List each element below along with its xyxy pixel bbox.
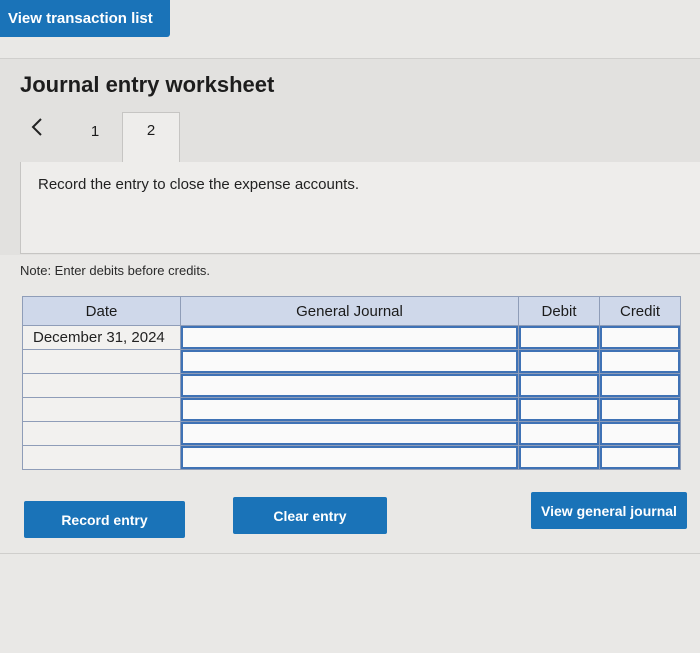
instruction-text: Record the entry to close the expense ac… — [38, 176, 360, 193]
debit-cell[interactable] — [518, 373, 600, 398]
account-input[interactable] — [181, 398, 518, 421]
account-input[interactable] — [181, 422, 518, 445]
note-text: Note: Enter debits before credits. — [20, 263, 211, 278]
table-header-row: Date General Journal Debit Credit — [22, 296, 681, 326]
account-input[interactable] — [181, 446, 518, 469]
table-row — [22, 349, 681, 374]
journal-cell[interactable] — [180, 325, 519, 350]
debit-cell[interactable] — [518, 421, 600, 446]
journal-table: Date General Journal Debit Credit Decemb… — [22, 296, 681, 470]
chevron-left-icon[interactable] — [26, 114, 48, 140]
clear-entry-label: Clear entry — [273, 507, 347, 524]
credit-cell[interactable] — [599, 397, 681, 422]
table-row: December 31, 2024 — [22, 325, 681, 350]
credit-cell[interactable] — [599, 445, 681, 470]
credit-cell[interactable] — [599, 325, 681, 350]
table-row — [22, 445, 681, 470]
date-cell[interactable] — [22, 397, 181, 422]
view-general-journal-button[interactable]: View general journal — [531, 492, 687, 529]
tab-2-label: 2 — [146, 122, 156, 139]
header-credit: Credit — [599, 296, 681, 326]
credit-cell[interactable] — [599, 373, 681, 398]
debit-input[interactable] — [519, 326, 599, 349]
journal-cell[interactable] — [180, 421, 519, 446]
tab-1[interactable]: 1 — [80, 118, 110, 144]
debit-input[interactable] — [519, 422, 599, 445]
date-cell[interactable]: December 31, 2024 — [22, 325, 181, 350]
date-cell[interactable] — [22, 445, 181, 470]
table-row — [22, 397, 681, 422]
account-input[interactable] — [181, 326, 518, 349]
date-cell[interactable] — [22, 373, 181, 398]
header-debit: Debit — [518, 296, 600, 326]
tab-2[interactable]: 2 — [122, 112, 180, 162]
credit-input[interactable] — [600, 374, 680, 397]
debit-input[interactable] — [519, 446, 599, 469]
header-date: Date — [22, 296, 181, 326]
debit-cell[interactable] — [518, 397, 600, 422]
account-input[interactable] — [181, 374, 518, 397]
credit-cell[interactable] — [599, 421, 681, 446]
debit-input[interactable] — [519, 350, 599, 373]
debit-cell[interactable] — [518, 349, 600, 374]
view-general-journal-label: View general journal — [541, 502, 677, 519]
tab-1-label: 1 — [90, 122, 100, 140]
divider — [0, 553, 700, 554]
credit-input[interactable] — [600, 326, 680, 349]
view-transaction-list-label: View transaction list — [8, 10, 153, 27]
journal-cell[interactable] — [180, 397, 519, 422]
clear-entry-button[interactable]: Clear entry — [233, 497, 387, 534]
journal-cell[interactable] — [180, 373, 519, 398]
journal-cell[interactable] — [180, 349, 519, 374]
header-general-journal: General Journal — [180, 296, 519, 326]
journal-cell[interactable] — [180, 445, 519, 470]
record-entry-button[interactable]: Record entry — [24, 501, 185, 538]
credit-cell[interactable] — [599, 349, 681, 374]
view-transaction-list-button[interactable]: View transaction list — [0, 0, 170, 37]
credit-input[interactable] — [600, 350, 680, 373]
page-title: Journal entry worksheet — [20, 72, 275, 97]
account-input[interactable] — [181, 350, 518, 373]
credit-input[interactable] — [600, 422, 680, 445]
debit-cell[interactable] — [518, 325, 600, 350]
debit-input[interactable] — [519, 398, 599, 421]
credit-input[interactable] — [600, 446, 680, 469]
table-row — [22, 421, 681, 446]
debit-cell[interactable] — [518, 445, 600, 470]
debit-input[interactable] — [519, 374, 599, 397]
table-row — [22, 373, 681, 398]
date-cell[interactable] — [22, 349, 181, 374]
record-entry-label: Record entry — [61, 511, 148, 528]
credit-input[interactable] — [600, 398, 680, 421]
date-cell[interactable] — [22, 421, 181, 446]
